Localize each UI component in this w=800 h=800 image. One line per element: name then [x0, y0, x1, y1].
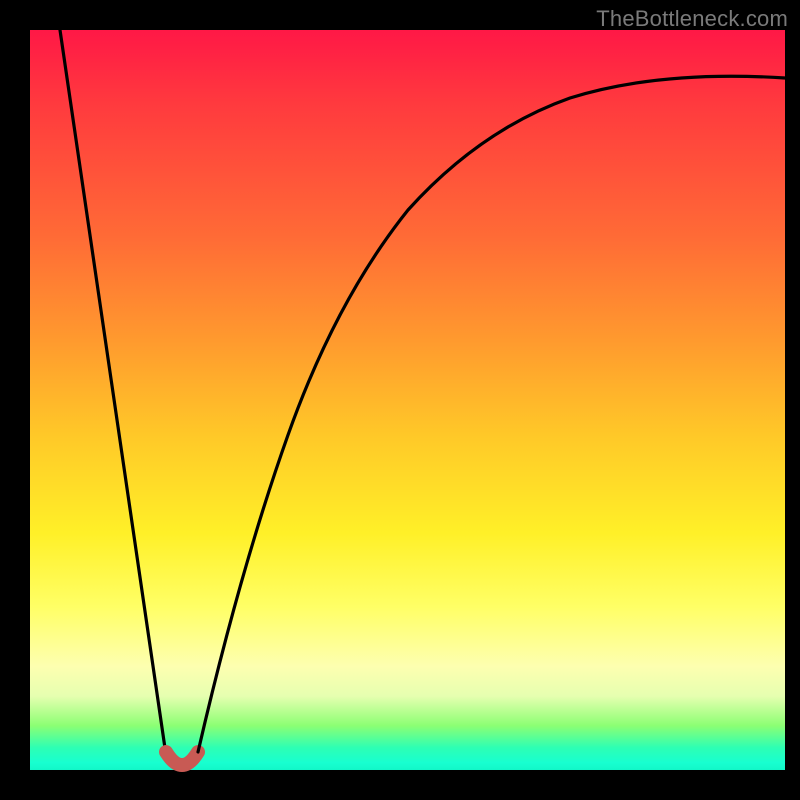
- left-slope-line: [60, 30, 166, 755]
- chart-frame: TheBottleneck.com: [0, 0, 800, 800]
- watermark-text: TheBottleneck.com: [596, 6, 788, 32]
- valley-marker: [166, 752, 198, 765]
- chart-curves: [30, 30, 785, 770]
- right-curve-line: [198, 76, 785, 752]
